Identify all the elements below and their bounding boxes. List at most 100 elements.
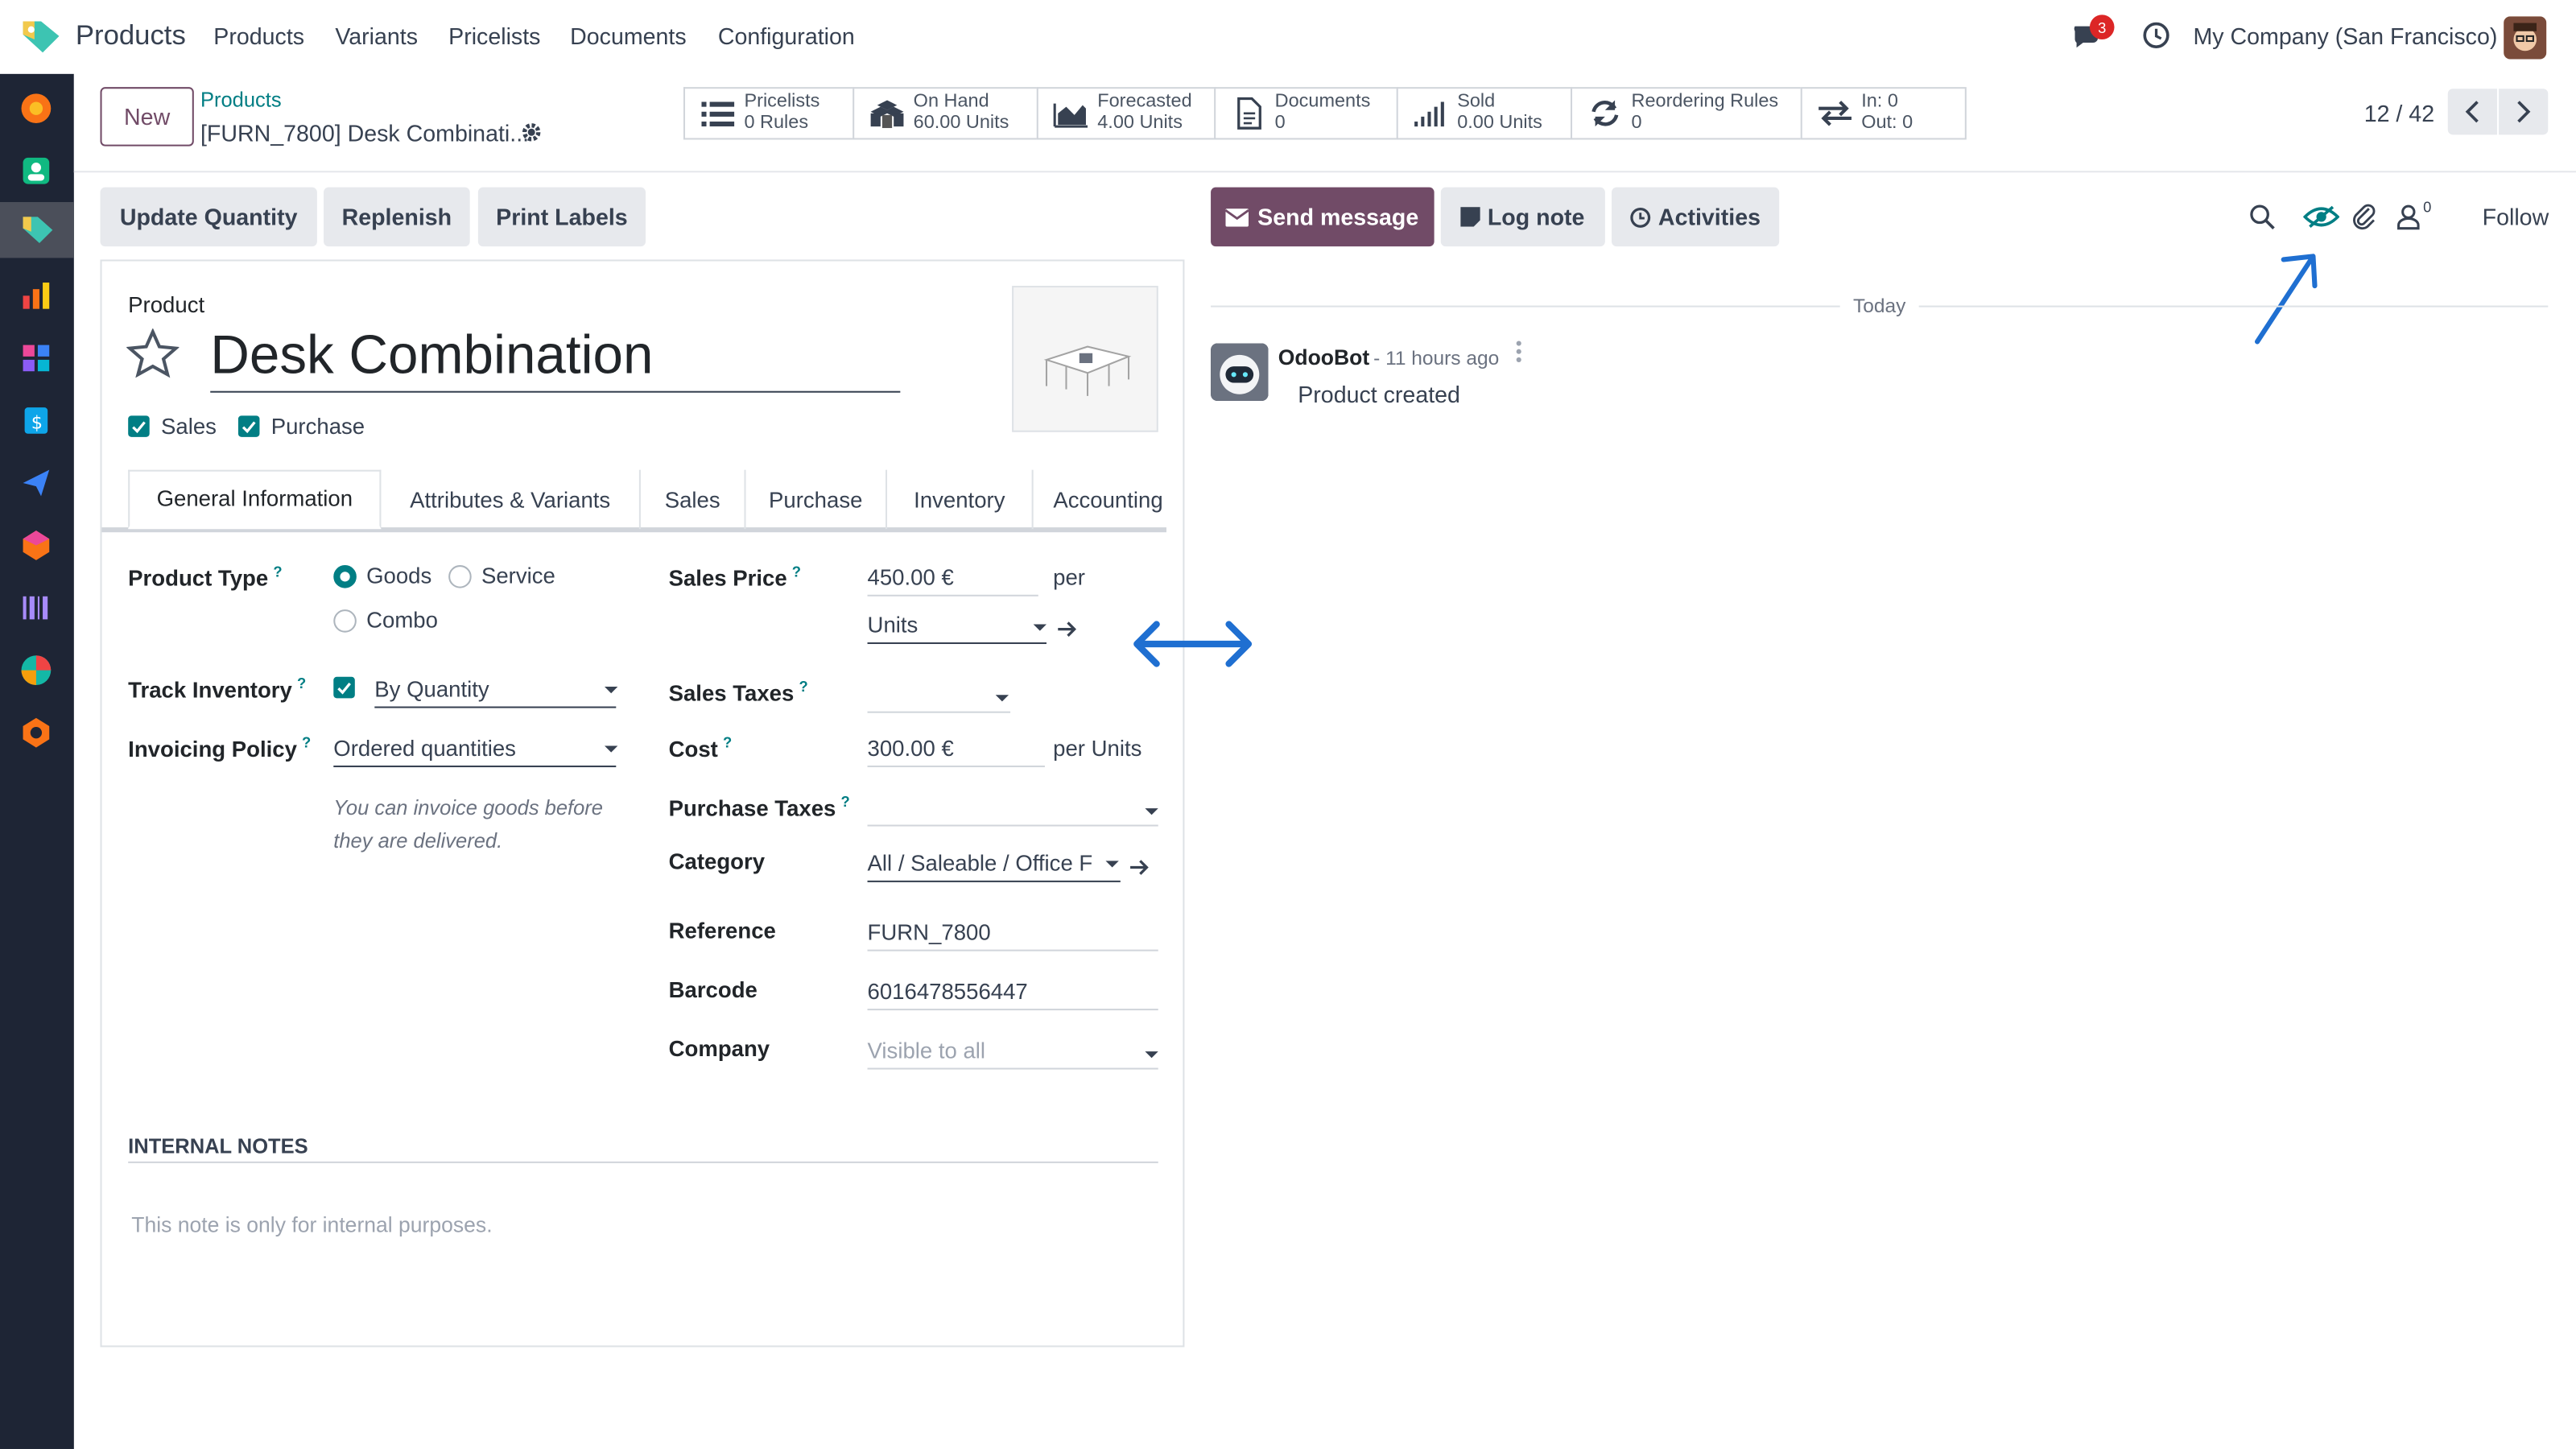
breadcrumb-products-link[interactable]: Products [200, 89, 282, 112]
log-note-button[interactable]: Log note [1440, 187, 1605, 247]
sold-smart-button[interactable]: Sold 0.00 Units [1396, 87, 1571, 140]
sales-price-input[interactable]: 450.00 € [868, 565, 954, 590]
reporting-app-icon[interactable] [18, 278, 54, 314]
gear-icon[interactable] [521, 122, 543, 151]
new-button[interactable]: New [100, 87, 194, 147]
product-name-field[interactable]: Desk Combination [210, 324, 653, 386]
tab-purchase[interactable]: Purchase [746, 469, 888, 530]
reference-input[interactable]: FURN_7800 [868, 920, 991, 945]
reordering-rules-smart-button[interactable]: Reordering Rules 0 [1571, 87, 1801, 140]
app-logo-icon[interactable] [19, 16, 62, 56]
service-radio[interactable] [448, 565, 472, 588]
area-chart-icon [1051, 98, 1091, 128]
category-select[interactable]: All / Saleable / Office F [868, 851, 1098, 876]
user-avatar[interactable] [2504, 16, 2547, 60]
envelope-icon [1226, 208, 1249, 226]
combo-radio[interactable] [333, 609, 357, 633]
discuss-app-icon[interactable] [18, 90, 54, 126]
pager-value[interactable]: 12 / 42 [2364, 100, 2434, 126]
menu-configuration[interactable]: Configuration [718, 23, 855, 50]
sales-checkbox[interactable] [128, 415, 150, 437]
stat-forecast-value: 4.00 Units [1097, 113, 1183, 134]
update-quantity-button[interactable]: Update Quantity [100, 187, 317, 247]
dashboard-app-icon[interactable] [18, 340, 54, 376]
chevron-left-icon [2465, 101, 2479, 123]
tab-inventory[interactable]: Inventory [887, 469, 1034, 530]
activity-clock-icon[interactable] [2142, 22, 2170, 58]
tab-accounting[interactable]: Accounting [1034, 470, 1183, 529]
invoicing-policy-select[interactable]: Ordered quantities [333, 736, 516, 761]
internal-notes-editor[interactable]: This note is only for internal purposes. [131, 1212, 492, 1237]
purchase-checkbox[interactable] [237, 415, 260, 437]
send-message-button[interactable]: Send message [1211, 187, 1435, 247]
message-body: Product created [1298, 381, 1460, 408]
replenish-button[interactable]: Replenish [324, 187, 470, 247]
menu-variants[interactable]: Variants [335, 23, 418, 50]
contacts-app-icon[interactable] [18, 153, 54, 189]
menu-pricelists[interactable]: Pricelists [448, 23, 540, 50]
cost-label: Cost? [668, 734, 733, 762]
activities-button[interactable]: Activities [1612, 187, 1780, 247]
message-options-icon[interactable] [1515, 340, 1523, 373]
paperclip-icon[interactable] [2352, 200, 2376, 238]
print-labels-button[interactable]: Print Labels [477, 187, 646, 247]
planning-app-icon[interactable] [18, 652, 54, 688]
pager-next-button[interactable] [2499, 89, 2549, 135]
hidden-log-toggle-eye-icon[interactable] [2302, 204, 2340, 238]
caret-down-icon [1033, 624, 1046, 631]
on-hand-smart-button[interactable]: On Hand 60.00 Units [852, 87, 1037, 140]
app-title[interactable]: Products [76, 19, 186, 52]
purchase-checkbox-label: Purchase [270, 414, 365, 439]
menu-products[interactable]: Products [213, 23, 304, 50]
barcode-input[interactable]: 6016478556447 [868, 979, 1028, 1004]
messages-icon[interactable]: 3 [2070, 14, 2115, 55]
followers-icon[interactable] [2397, 204, 2421, 238]
company-switcher[interactable]: My Company (San Francisco) [2193, 23, 2497, 50]
sales-taxes-label: Sales Taxes? [668, 678, 808, 706]
tab-attributes-variants[interactable]: Attributes & Variants [381, 469, 641, 530]
pager-previous-button[interactable] [2447, 89, 2498, 135]
resize-double-arrow-icon [1130, 616, 1255, 680]
tab-sales[interactable]: Sales [641, 469, 746, 530]
in-out-smart-button[interactable]: In: 0 Out: 0 [1800, 87, 1967, 140]
category-label: Category [668, 849, 766, 874]
sales-uom-select[interactable]: Units [868, 613, 919, 638]
track-inventory-checkbox[interactable] [333, 676, 355, 699]
track-inventory-select[interactable]: By Quantity [374, 677, 489, 702]
invoicing-app-icon[interactable]: $ [18, 402, 54, 439]
apps-sidebar: $ [0, 73, 74, 1449]
search-icon[interactable] [2249, 204, 2276, 238]
stat-reorder-value: 0 [1631, 113, 1642, 134]
product-image[interactable] [1012, 286, 1158, 432]
sales-taxes-input[interactable] [867, 711, 1011, 713]
cost-input[interactable]: 300.00 € [868, 736, 954, 761]
menu-documents[interactable]: Documents [570, 23, 687, 50]
product-type-label: Product Type? [128, 563, 283, 591]
category-internal-link-arrow-icon[interactable] [1129, 856, 1150, 886]
pricelists-smart-button[interactable]: Pricelists 0 Rules [683, 87, 853, 140]
email-marketing-app-icon[interactable] [18, 465, 54, 502]
track-inventory-label: Track Inventory? [128, 675, 307, 703]
sales-checkbox-label: Sales [160, 414, 217, 439]
signal-icon [1411, 98, 1451, 128]
inventory-app-icon[interactable] [18, 527, 54, 564]
tab-general-information[interactable]: General Information [128, 469, 382, 530]
purchase-taxes-input[interactable] [867, 824, 1158, 827]
caret-down-icon [1145, 1051, 1158, 1059]
sales-app-icon[interactable] [0, 202, 74, 258]
follow-button[interactable]: Follow [2483, 204, 2549, 230]
reference-label: Reference [668, 918, 776, 943]
barcode-app-icon[interactable] [18, 590, 54, 626]
stat-documents-label: Documents [1274, 92, 1371, 112]
goods-radio[interactable] [333, 565, 357, 588]
odoobot-avatar[interactable] [1211, 343, 1269, 401]
uom-internal-link-arrow-icon[interactable] [1056, 617, 1078, 647]
exchange-icon [1815, 100, 1855, 126]
caret-down-icon [1105, 861, 1119, 868]
message-author[interactable]: OdooBot [1278, 345, 1369, 370]
forecasted-smart-button[interactable]: Forecasted 4.00 Units [1036, 87, 1215, 140]
documents-smart-button[interactable]: Documents 0 [1214, 87, 1397, 140]
favorite-star-icon[interactable] [126, 328, 180, 386]
company-select[interactable]: Visible to all [868, 1038, 986, 1063]
settings-app-icon[interactable] [18, 715, 54, 751]
